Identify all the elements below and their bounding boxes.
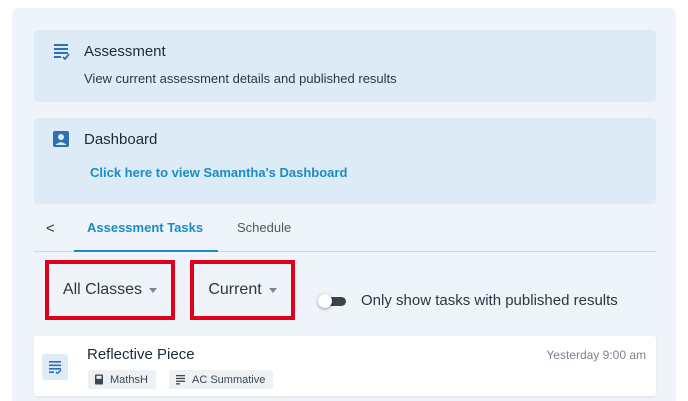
chevron-down-icon [149,287,158,293]
assessment-title: Assessment [84,43,166,60]
subject-tag-label: MathsH [110,373,148,386]
classes-dropdown-label: All Classes [62,281,143,298]
tab-back-button[interactable]: < [46,220,55,237]
toggle-thumb [318,294,332,308]
assessment-type-tag: AC Summative [169,370,274,389]
published-results-toggle[interactable] [318,294,348,308]
tab-assessment-tasks[interactable]: Assessment Tasks [87,220,203,235]
period-dropdown[interactable]: Current [190,260,295,320]
dashboard-card: Dashboard Click here to view Samantha's … [34,118,656,204]
subject-tag: MathsH [88,370,156,389]
dashboard-title: Dashboard [84,131,158,148]
assessment-list-icon [52,42,70,61]
tab-bar: < Assessment Tasks Schedule [34,212,656,252]
active-tab-indicator [74,250,218,252]
assessment-type-label: AC Summative [192,373,266,386]
dashboard-link[interactable]: Click here to view Samantha's Dashboard [90,165,347,180]
classes-dropdown[interactable]: All Classes [45,260,175,320]
task-time: Yesterday 9:00 am [546,348,646,362]
assessment-card[interactable]: Assessment View current assessment detai… [34,30,656,102]
tab-schedule[interactable]: Schedule [237,220,291,235]
task-title: Reflective Piece [87,346,195,363]
task-list-item[interactable]: Reflective Piece Yesterday 9:00 am Maths… [34,336,656,396]
period-dropdown-label: Current [208,281,262,298]
assessment-list-icon [176,375,185,385]
published-results-toggle-label: Only show tasks with published results [361,292,618,309]
chevron-down-icon [268,287,277,293]
assessment-description: View current assessment details and publ… [84,71,397,86]
person-badge-icon [52,130,70,148]
book-icon [95,374,103,385]
task-list-icon [42,354,68,380]
